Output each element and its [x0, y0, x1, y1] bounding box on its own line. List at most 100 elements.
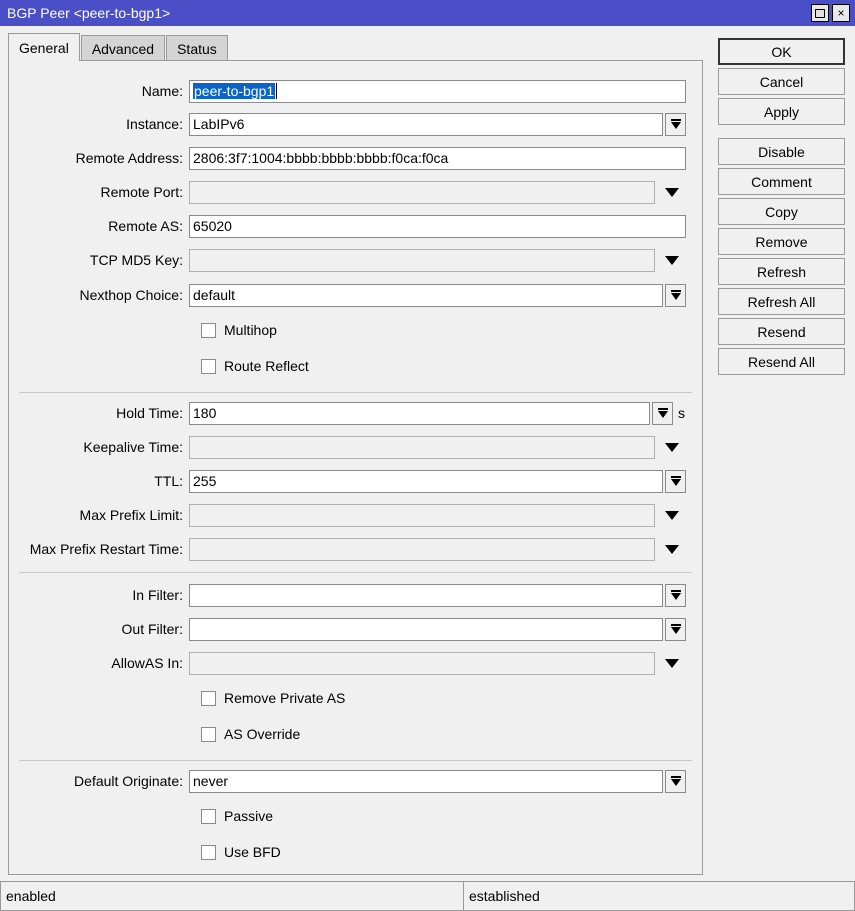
field-row-name: Name: peer-to-bgp1 [9, 79, 686, 103]
field-row-remote-port: Remote Port: [9, 180, 679, 204]
instance-input-value: LabIPv6 [193, 116, 244, 132]
remote-address-input-value: 2806:3f7:1004:bbbb:bbbb:bbbb:f0ca:f0ca [193, 150, 448, 166]
disable-button[interactable]: Disable [718, 138, 845, 165]
nexthop-choice-input[interactable]: default [189, 284, 663, 307]
field-row-hold-time: Hold Time: 180 s [9, 401, 685, 425]
remote-port-input[interactable] [189, 181, 655, 204]
checkbox-row-remove-private-as[interactable]: Remove Private AS [201, 687, 345, 709]
hold-time-label: Hold Time: [9, 405, 189, 421]
checkbox-row-passive[interactable]: Passive [201, 805, 273, 827]
remote-as-input[interactable]: 65020 [189, 215, 686, 238]
general-tab-panel: Name: peer-to-bgp1 Instance: LabIPv6 Rem… [8, 60, 703, 875]
instance-input[interactable]: LabIPv6 [189, 113, 663, 136]
in-filter-input[interactable] [189, 584, 663, 607]
max-prefix-restart-time-dropdown-icon[interactable] [665, 545, 679, 554]
field-row-remote-as: Remote AS: 65020 [9, 214, 686, 238]
refresh-button[interactable]: Refresh [718, 258, 845, 285]
remote-address-input[interactable]: 2806:3f7:1004:bbbb:bbbb:bbbb:f0ca:f0ca [189, 147, 686, 170]
tab-advanced[interactable]: Advanced [81, 35, 165, 61]
field-row-out-filter: Out Filter: [9, 617, 686, 641]
nexthop-choice-input-value: default [193, 287, 235, 303]
out-filter-dropdown-icon[interactable] [665, 618, 686, 641]
instance-dropdown-icon[interactable] [665, 113, 686, 136]
default-originate-label: Default Originate: [9, 773, 189, 789]
default-originate-input-value: never [193, 773, 228, 789]
checkbox-row-use-bfd[interactable]: Use BFD [201, 841, 281, 863]
section-divider-1 [19, 392, 692, 393]
hold-time-input[interactable]: 180 [189, 402, 650, 425]
as-override-checkbox[interactable] [201, 727, 216, 742]
ok-button[interactable]: OK [718, 38, 845, 65]
status-bar: enabled established [0, 881, 855, 911]
tcp-md5-key-label: TCP MD5 Key: [9, 252, 189, 268]
cancel-button[interactable]: Cancel [718, 68, 845, 95]
restore-window-button[interactable] [811, 4, 829, 22]
nexthop-choice-dropdown-icon[interactable] [665, 284, 686, 307]
hold-time-dropdown-icon[interactable] [652, 402, 673, 425]
allowas-in-dropdown-icon[interactable] [665, 659, 679, 668]
passive-checkbox[interactable] [201, 809, 216, 824]
checkbox-row-multihop[interactable]: Multihop [201, 319, 277, 341]
nexthop-choice-label: Nexthop Choice: [9, 287, 189, 303]
remove-button[interactable]: Remove [718, 228, 845, 255]
text-caret [276, 83, 277, 99]
close-icon: × [837, 7, 844, 19]
field-row-remote-address: Remote Address: 2806:3f7:1004:bbbb:bbbb:… [9, 146, 686, 170]
field-row-allowas-in: AllowAS In: [9, 651, 679, 675]
max-prefix-limit-input[interactable] [189, 504, 655, 527]
remote-port-label: Remote Port: [9, 184, 189, 200]
remote-address-label: Remote Address: [9, 150, 189, 166]
default-originate-input[interactable]: never [189, 770, 663, 793]
tcp-md5-key-dropdown-icon[interactable] [665, 256, 679, 265]
field-row-in-filter: In Filter: [9, 583, 686, 607]
refresh-all-button[interactable]: Refresh All [718, 288, 845, 315]
out-filter-label: Out Filter: [9, 621, 189, 637]
remove-private-as-checkbox[interactable] [201, 691, 216, 706]
as-override-label: AS Override [224, 726, 300, 742]
name-input-value: peer-to-bgp1 [193, 83, 275, 99]
keepalive-time-dropdown-icon[interactable] [665, 443, 679, 452]
allowas-in-input[interactable] [189, 652, 655, 675]
multihop-checkbox[interactable] [201, 323, 216, 338]
remote-port-dropdown-icon[interactable] [665, 188, 679, 197]
resend-button[interactable]: Resend [718, 318, 845, 345]
tcp-md5-key-input[interactable] [189, 249, 655, 272]
default-originate-dropdown-icon[interactable] [665, 770, 686, 793]
ttl-dropdown-icon[interactable] [665, 470, 686, 493]
out-filter-input[interactable] [189, 618, 663, 641]
window-titlebar: BGP Peer <peer-to-bgp1> × [0, 0, 855, 26]
comment-button[interactable]: Comment [718, 168, 845, 195]
keepalive-time-label: Keepalive Time: [9, 439, 189, 455]
use-bfd-checkbox[interactable] [201, 845, 216, 860]
apply-button[interactable]: Apply [718, 98, 845, 125]
remote-as-label: Remote AS: [9, 218, 189, 234]
in-filter-dropdown-icon[interactable] [665, 584, 686, 607]
window-controls: × [811, 4, 850, 22]
checkbox-row-as-override[interactable]: AS Override [201, 723, 300, 745]
keepalive-time-input[interactable] [189, 436, 655, 459]
tab-status[interactable]: Status [166, 35, 228, 61]
close-window-button[interactable]: × [832, 4, 850, 22]
field-row-max-prefix-restart-time: Max Prefix Restart Time: [9, 537, 679, 561]
copy-button[interactable]: Copy [718, 198, 845, 225]
in-filter-label: In Filter: [9, 587, 189, 603]
field-row-default-originate: Default Originate: never [9, 769, 686, 793]
restore-icon [815, 9, 825, 18]
checkbox-row-route-reflect[interactable]: Route Reflect [201, 355, 309, 377]
section-divider-3 [19, 760, 692, 761]
name-input[interactable]: peer-to-bgp1 [189, 80, 686, 103]
field-row-nexthop-choice: Nexthop Choice: default [9, 283, 686, 307]
route-reflect-checkbox[interactable] [201, 359, 216, 374]
allowas-in-label: AllowAS In: [9, 655, 189, 671]
ttl-input[interactable]: 255 [189, 470, 663, 493]
tab-general[interactable]: General [8, 33, 80, 61]
field-row-ttl: TTL: 255 [9, 469, 686, 493]
tab-strip: General Advanced Status [8, 33, 229, 61]
max-prefix-restart-time-label: Max Prefix Restart Time: [9, 541, 189, 557]
remove-private-as-label: Remove Private AS [224, 690, 345, 706]
field-row-instance: Instance: LabIPv6 [9, 112, 686, 136]
resend-all-button[interactable]: Resend All [718, 348, 845, 375]
max-prefix-restart-time-input[interactable] [189, 538, 655, 561]
max-prefix-limit-dropdown-icon[interactable] [665, 511, 679, 520]
hold-time-input-value: 180 [193, 405, 216, 421]
